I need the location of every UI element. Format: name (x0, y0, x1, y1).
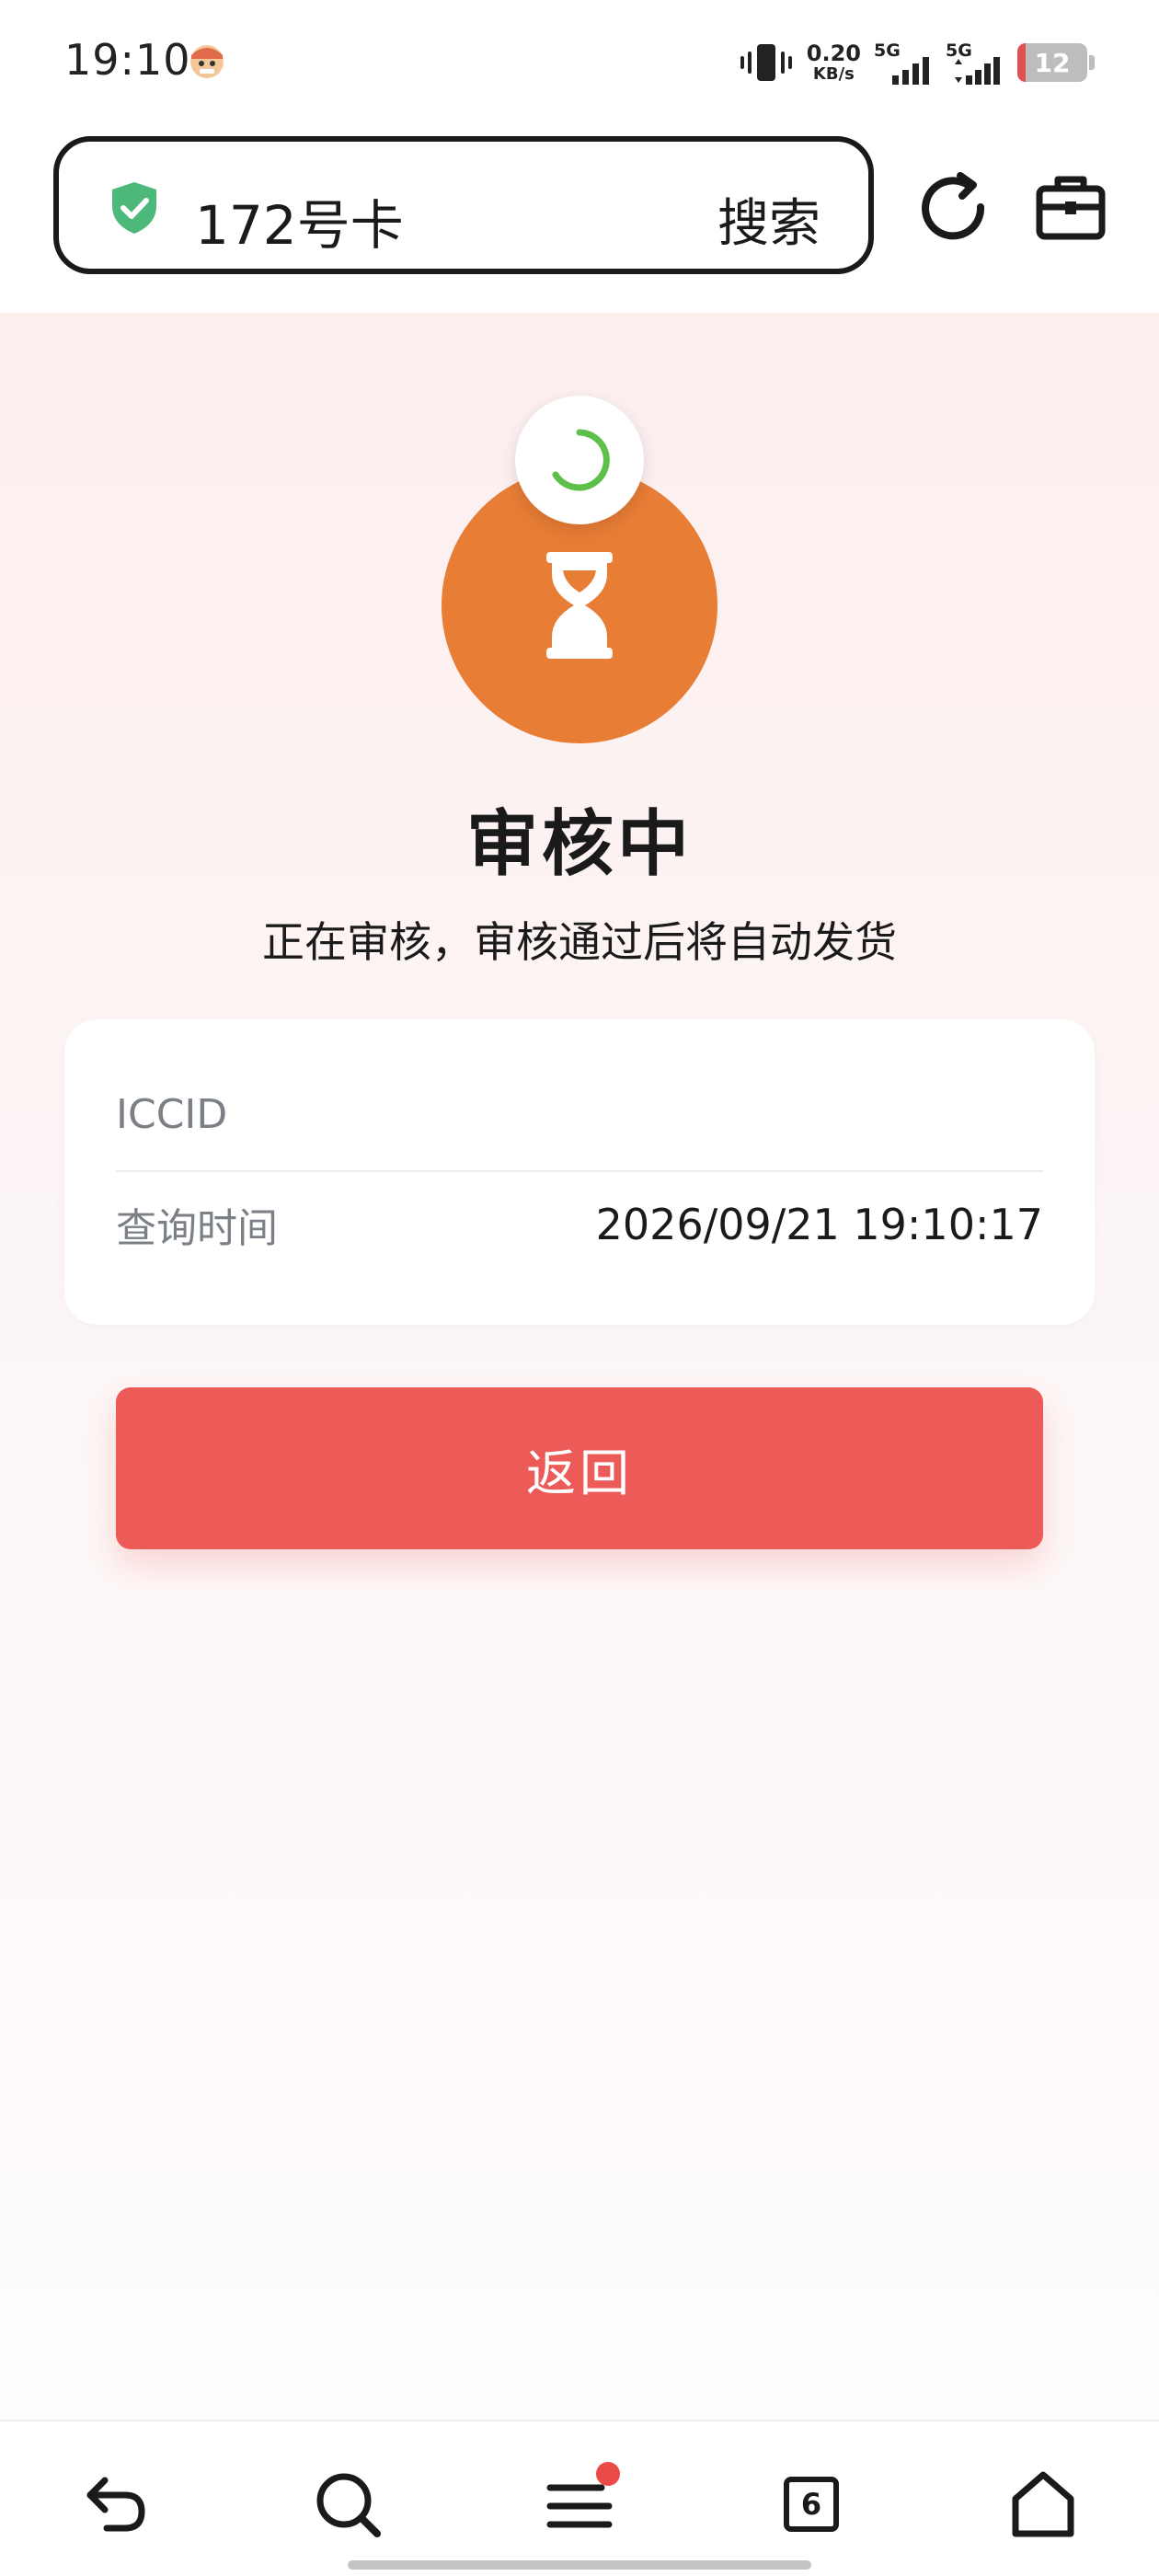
query-time-value: 2026/09/21 19:10:17 (595, 1200, 1043, 1249)
signal-icon (892, 57, 929, 85)
tabs-icon: 6 (784, 2477, 839, 2532)
info-row-iccid: ICCID (116, 1064, 1043, 1165)
back-button[interactable]: 返回 (116, 1387, 1043, 1549)
toolbox-icon[interactable] (1034, 170, 1107, 244)
address-bar[interactable]: 172号卡 搜索 (53, 136, 874, 274)
iccid-label: ICCID (116, 1090, 228, 1138)
hourglass-icon (546, 552, 613, 659)
home-icon[interactable] (1006, 2467, 1080, 2541)
vibrate-icon (740, 44, 792, 81)
review-subtitle: 正在审核，审核通过后将自动发货 (262, 917, 897, 967)
shield-check-icon (112, 182, 156, 234)
battery-level: 12 (1034, 48, 1071, 78)
avatar-icon (190, 45, 224, 78)
query-time-label: 查询时间 (116, 1205, 278, 1252)
info-card: ICCID 查询时间 2026/09/21 19:10:17 (64, 1019, 1095, 1325)
search-icon[interactable] (311, 2467, 384, 2541)
loading-indicator (515, 396, 644, 524)
refresh-icon[interactable] (916, 170, 990, 244)
back-arrow-icon[interactable] (79, 2467, 153, 2541)
status-time: 19:10 (64, 35, 191, 85)
net-speed-unit: KB/s (812, 64, 855, 84)
info-row-query-time: 查询时间 2026/09/21 19:10:17 (116, 1174, 1043, 1275)
battery-tip (1089, 55, 1095, 70)
home-indicator (348, 2560, 811, 2570)
tab-count: 6 (800, 2487, 822, 2522)
status-bar: 19:10 0.20 KB/s 5G 5G 12 (0, 0, 1159, 124)
battery-icon: 12 (1017, 43, 1087, 82)
menu-button[interactable] (543, 2462, 620, 2541)
loading-spinner-icon (552, 429, 610, 491)
address-text[interactable]: 172号卡 (195, 182, 404, 259)
signal-icon (955, 57, 1000, 85)
screen: 19:10 0.20 KB/s 5G 5G 12 172号卡 搜索 审核中 正在… (0, 0, 1159, 2576)
search-button[interactable]: 搜索 (717, 182, 820, 257)
net-speed: 0.20 KB/s (807, 42, 861, 83)
signal-sim2: 5G (946, 40, 1004, 85)
bottom-nav: 6 (0, 2420, 1159, 2576)
notification-dot (596, 2462, 620, 2486)
divider (116, 1170, 1043, 1172)
review-title: 审核中 (465, 803, 693, 886)
status-indicators: 0.20 KB/s 5G 5G 12 (739, 35, 1095, 90)
signal-sim1: 5G (874, 40, 933, 85)
tabs-button[interactable]: 6 (775, 2467, 848, 2541)
net-speed-value: 0.20 (806, 40, 861, 66)
